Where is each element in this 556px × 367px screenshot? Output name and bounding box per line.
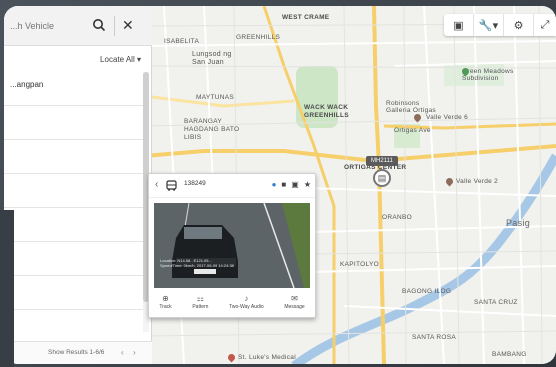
microphone-icon: ♪ bbox=[244, 294, 249, 303]
device-bezel bbox=[0, 210, 14, 367]
pattern-icon: ⚏ bbox=[196, 294, 204, 303]
list-item[interactable] bbox=[4, 140, 144, 174]
popup-header-icons: ● ■ ▣ ★ bbox=[272, 180, 311, 189]
camera-image bbox=[154, 203, 310, 288]
list-item[interactable] bbox=[4, 106, 144, 140]
vehicle-plate-label: MH2111 bbox=[366, 156, 398, 166]
more-button[interactable]: ⤢ bbox=[534, 14, 556, 36]
pattern-button[interactable]: ⚏ Pattern bbox=[192, 294, 208, 318]
close-icon[interactable]: ✕ bbox=[122, 17, 134, 33]
map-label: SANTA ROSA bbox=[412, 334, 457, 341]
search-icon[interactable] bbox=[92, 18, 106, 32]
locate-all-dropdown[interactable]: Locate All ▾ bbox=[100, 55, 141, 64]
map-label: Valle Verde 2 bbox=[456, 178, 499, 185]
list-footer: Show Results 1-6/6 ‹ › bbox=[4, 341, 152, 364]
search-bar: ✕ bbox=[4, 6, 152, 46]
next-page-button[interactable]: › bbox=[133, 348, 136, 357]
camera-caption: Location: N14.58...E121.05... Speed/Time… bbox=[160, 258, 234, 268]
two-way-audio-label: Two-Way Audio bbox=[229, 304, 264, 310]
star-icon[interactable]: ★ bbox=[304, 180, 311, 189]
map-label: KAPITOLYO bbox=[340, 261, 379, 268]
bus-icon: ▤ bbox=[377, 172, 387, 183]
layers-icon: ▣ bbox=[453, 19, 464, 32]
results-count: Show Results 1-6/6 bbox=[48, 349, 105, 356]
video-icon[interactable]: ■ bbox=[281, 180, 286, 189]
track-button[interactable]: ⊕ Track bbox=[159, 294, 171, 318]
map-label: St. Luke's Medical bbox=[238, 354, 296, 361]
map-label: MAYTUNAS bbox=[196, 94, 235, 101]
map-label: ISABELITA bbox=[164, 38, 200, 45]
popup-header: ‹ 138249 ● ■ ▣ ★ bbox=[149, 174, 315, 198]
map-label: ORANBO bbox=[382, 214, 412, 221]
map-label: BAGONG ILOG bbox=[402, 288, 452, 295]
expand-icon: ⤢ bbox=[540, 18, 550, 31]
snapshot-icon[interactable]: ▣ bbox=[291, 180, 299, 189]
prev-page-button[interactable]: ‹ bbox=[121, 348, 124, 357]
back-icon[interactable]: ‹ bbox=[155, 179, 158, 190]
list-item[interactable] bbox=[4, 310, 144, 344]
bus-icon bbox=[166, 180, 177, 191]
location-pin-icon[interactable]: ● bbox=[272, 180, 277, 189]
map-label: Robinsons Galleria Ortigas bbox=[386, 100, 436, 114]
list-item[interactable] bbox=[4, 242, 144, 276]
map-label: Lungsod ng San Juan bbox=[192, 51, 232, 66]
track-label: Track bbox=[159, 304, 172, 310]
caption-speed-time: Speed/Time: 0km/h, 2017-06-09 14:24:38 bbox=[160, 263, 234, 268]
map-toolbar: ▣ 🔧▾ ⚙ ⤢ bbox=[444, 14, 556, 36]
gear-icon: ⚙ bbox=[513, 19, 524, 32]
message-icon: ✉ bbox=[291, 294, 298, 303]
two-way-audio-button[interactable]: ♪ Two-Way Audio bbox=[229, 294, 264, 318]
popup-actions: ⊕ Track ⚏ Pattern ♪ Two-Way Audio ✉ Mess… bbox=[149, 294, 315, 318]
settings-button[interactable]: ⚙ bbox=[504, 14, 534, 36]
map-label: SANTA CRUZ bbox=[474, 299, 518, 306]
list-item[interactable]: ...angpan bbox=[4, 72, 144, 106]
map-label: WACK WACK GREENHILLS bbox=[304, 104, 349, 119]
vehicle-marker[interactable]: ▤ bbox=[373, 169, 391, 187]
vehicle-id: 138249 bbox=[184, 180, 206, 187]
crosshair-icon: ⊕ bbox=[162, 294, 169, 303]
message-button[interactable]: ✉ Message bbox=[284, 294, 304, 318]
pattern-label: Pattern bbox=[192, 304, 209, 310]
wrench-icon: 🔧▾ bbox=[478, 19, 499, 32]
map-label: Pasig bbox=[506, 218, 531, 228]
map-label: BAMBANG bbox=[492, 351, 527, 358]
app-screen: WEST CRAME ISABELITA GREENHILLS Green Me… bbox=[4, 6, 556, 364]
map-label: Valle Verde 6 bbox=[426, 114, 469, 121]
message-label: Message bbox=[284, 304, 305, 310]
vehicle-popup: ‹ 138249 ● ■ ▣ ★ Location: N14.58...E121… bbox=[148, 173, 316, 318]
map-label: Green Meadows Subdivision bbox=[462, 68, 514, 82]
map-label: Ortigas Ave bbox=[394, 127, 431, 134]
map-label: GREENHILLS bbox=[236, 34, 281, 41]
list-item[interactable] bbox=[4, 276, 144, 310]
map-label: WEST CRAME bbox=[282, 14, 330, 21]
vehicle-list-panel: ✕ Locate All ▾ ...angpan Show Results 1-… bbox=[4, 6, 152, 364]
locate-all-label: Locate All bbox=[100, 55, 135, 64]
tools-button[interactable]: 🔧▾ bbox=[474, 14, 504, 36]
divider bbox=[114, 16, 115, 36]
map-layer-button[interactable]: ▣ bbox=[444, 14, 474, 36]
list-item[interactable] bbox=[4, 208, 144, 242]
search-input[interactable] bbox=[10, 17, 80, 35]
list-item-label: ...angpan bbox=[10, 80, 44, 89]
map-label: BARANGAY HAGDANG BATO LIBIS bbox=[184, 118, 240, 141]
list-item[interactable] bbox=[4, 174, 144, 208]
camera-snapshot[interactable]: Location: N14.58...E121.05... Speed/Time… bbox=[154, 203, 310, 288]
device-frame: WEST CRAME ISABELITA GREENHILLS Green Me… bbox=[0, 0, 556, 367]
